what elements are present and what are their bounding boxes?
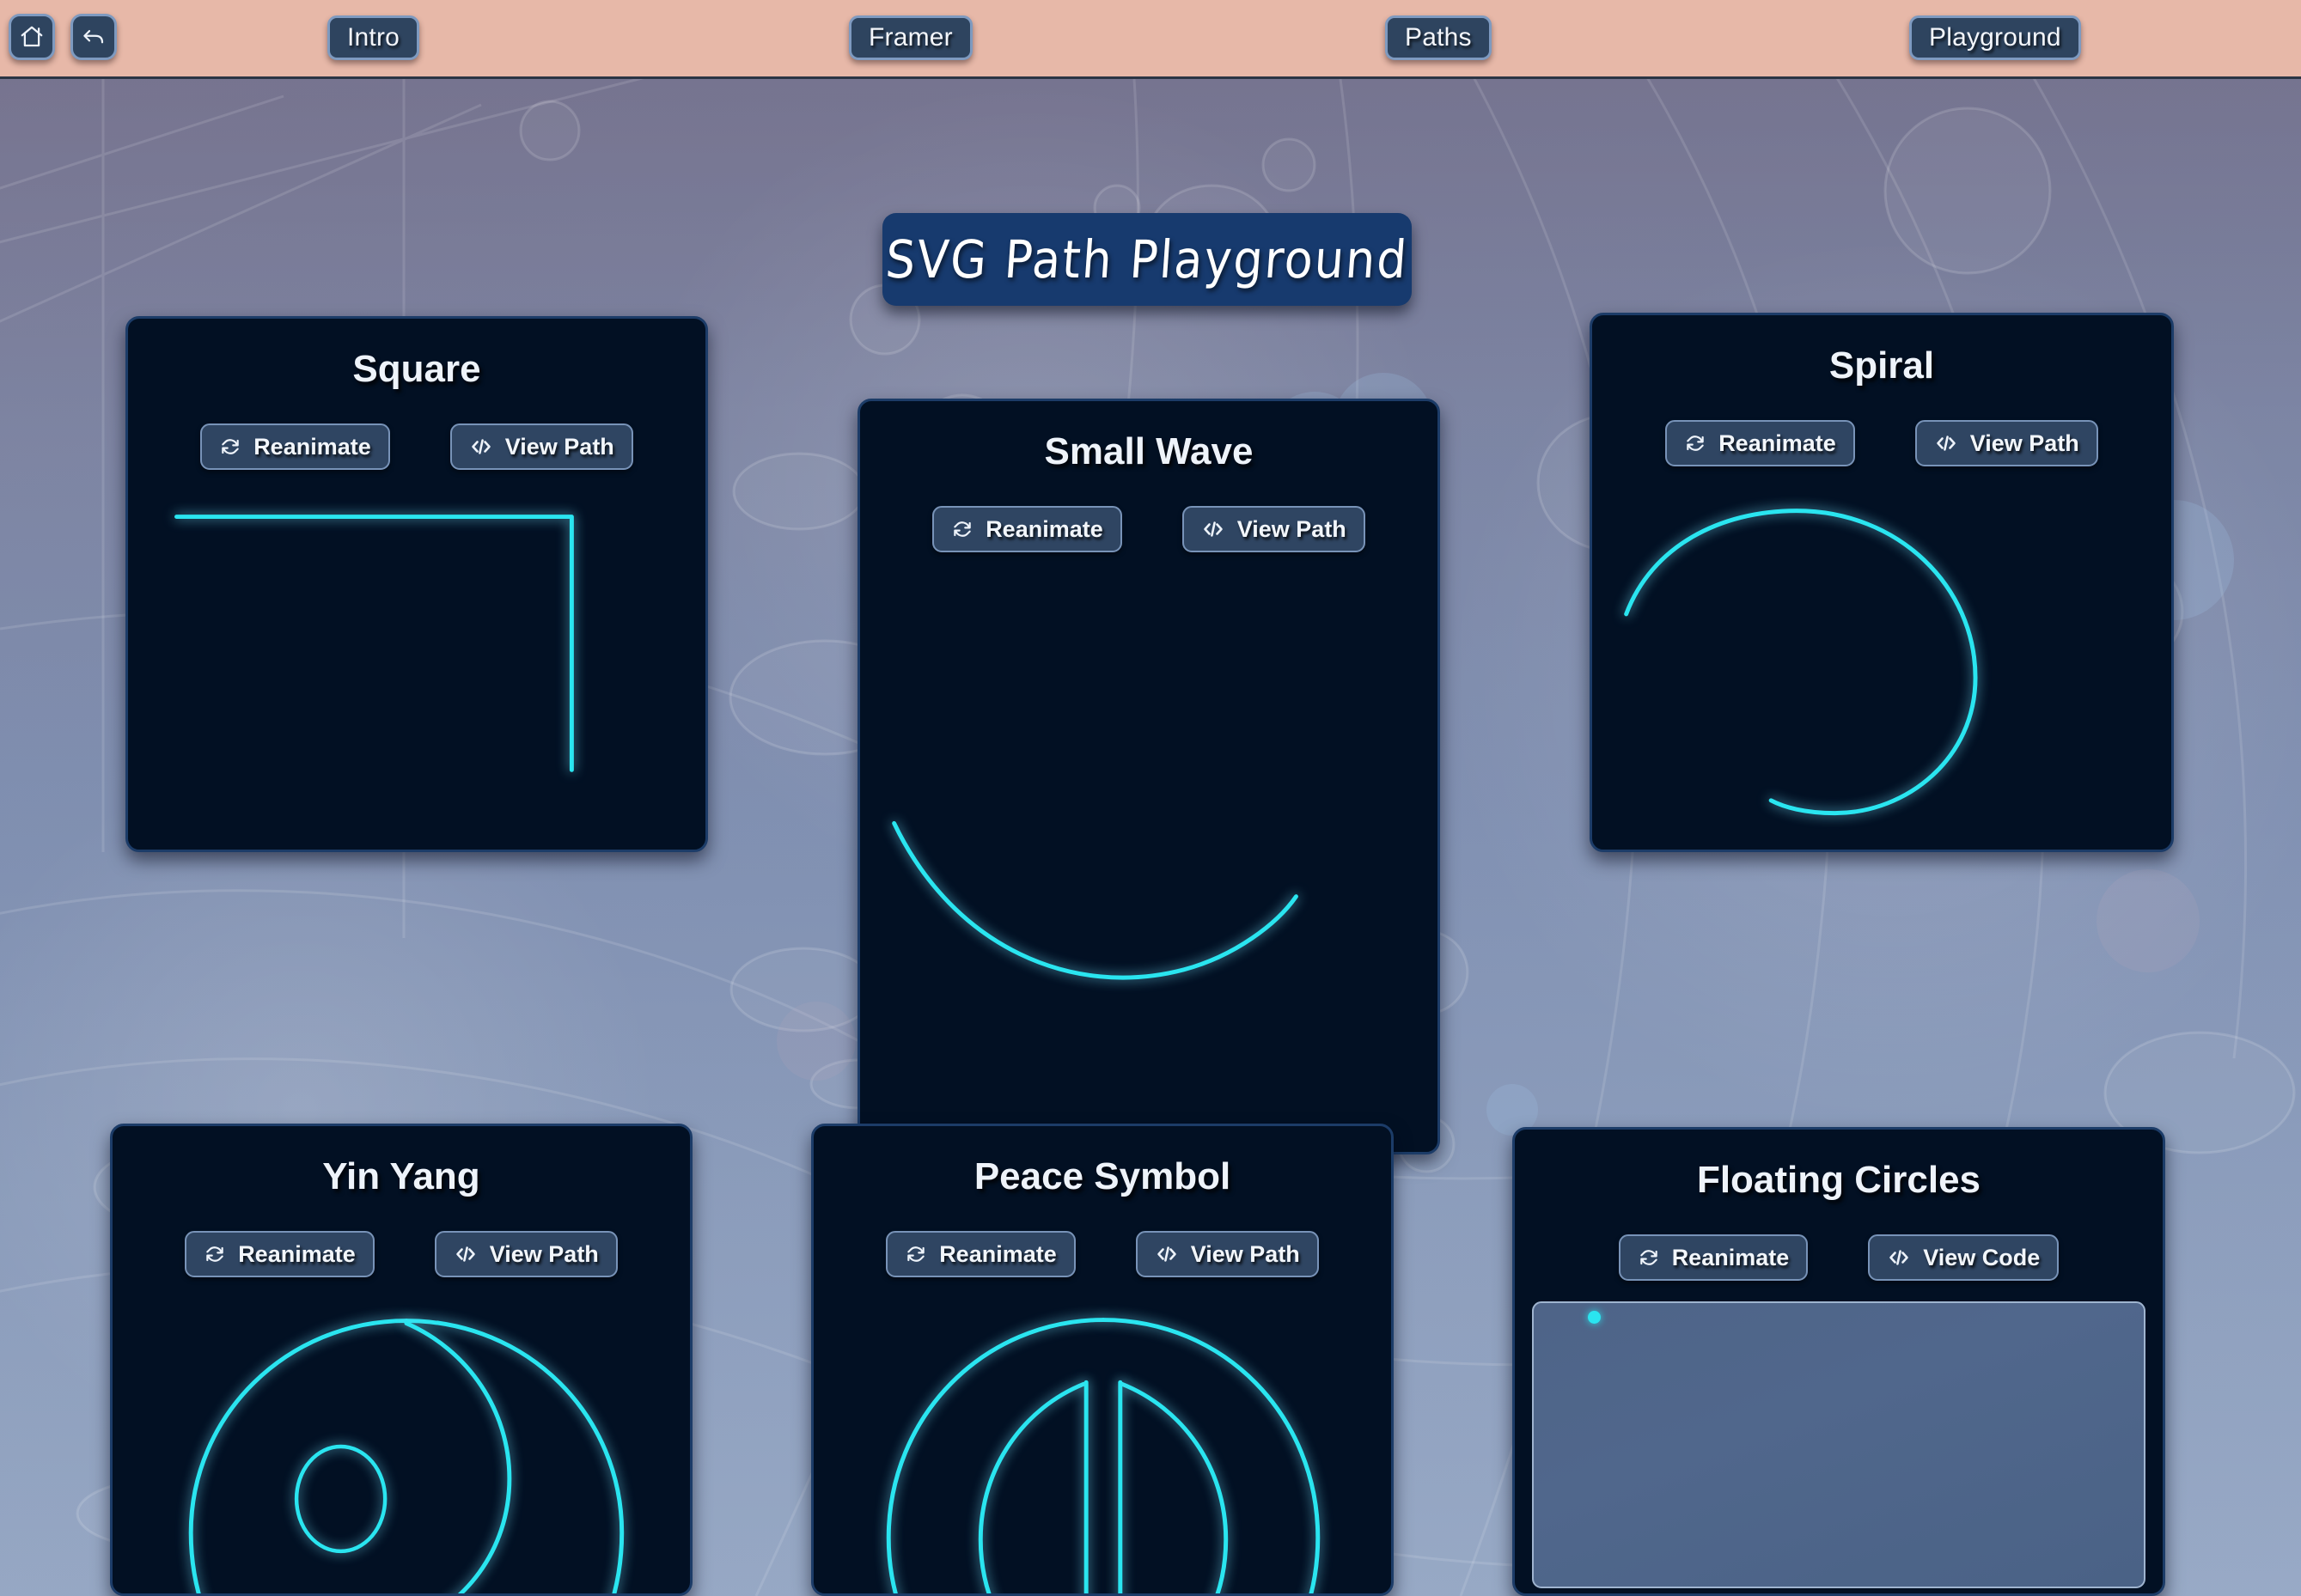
tab-paths-label: Paths [1405, 23, 1472, 52]
code-brackets-icon [454, 1244, 478, 1264]
small-wave-view-path-label: View Path [1236, 515, 1346, 542]
yin-yang-canvas [113, 1298, 690, 1593]
card-yin-yang-title: Yin Yang [322, 1155, 480, 1197]
card-floating-circles-title: Floating Circles [1696, 1159, 1981, 1201]
peace-symbol-reanimate-button[interactable]: Reanimate [886, 1231, 1076, 1277]
small-wave-reanimate-button[interactable]: Reanimate [932, 506, 1122, 552]
code-brackets-icon [469, 436, 493, 457]
card-peace-symbol-buttons: Reanimate View Path [814, 1231, 1391, 1277]
peace-symbol-canvas [814, 1298, 1391, 1593]
home-icon [19, 24, 45, 50]
spiral-view-path-label: View Path [1969, 429, 2079, 456]
card-yin-yang[interactable]: Yin Yang Reanimate View Path [110, 1124, 693, 1596]
yin-yang-reanimate-label: Reanimate [238, 1240, 356, 1267]
square-reanimate-label: Reanimate [253, 433, 371, 460]
floating-circle-dot [1588, 1311, 1601, 1324]
card-peace-symbol-title: Peace Symbol [974, 1155, 1231, 1197]
tab-playground-label: Playground [1929, 23, 2061, 52]
code-brackets-icon [1887, 1247, 1911, 1268]
peace-symbol-view-path-label: View Path [1190, 1240, 1300, 1267]
page-title: SVG Path Playground [883, 228, 1411, 290]
floating-circles-view-code-button[interactable]: View Code [1868, 1234, 2060, 1281]
small-wave-canvas [860, 573, 1437, 1152]
card-square[interactable]: Square Reanimate View Path [125, 316, 708, 852]
spiral-reanimate-button[interactable]: Reanimate [1665, 420, 1855, 466]
card-small-wave[interactable]: Small Wave Reanimate View Path [858, 399, 1440, 1154]
card-small-wave-title: Small Wave [1044, 430, 1254, 472]
refresh-icon [905, 1243, 927, 1265]
square-view-path-button[interactable]: View Path [449, 423, 633, 470]
small-wave-view-path-button[interactable]: View Path [1181, 506, 1365, 552]
card-floating-circles-buttons: Reanimate View Code [1515, 1234, 2163, 1281]
yin-yang-reanimate-button[interactable]: Reanimate [185, 1231, 375, 1277]
card-spiral[interactable]: Spiral Reanimate View Path [1590, 313, 2174, 852]
back-arrow-icon [81, 24, 107, 50]
card-square-buttons: Reanimate View Path [128, 423, 705, 470]
tab-intro-label: Intro [347, 23, 400, 52]
peace-symbol-reanimate-label: Reanimate [939, 1240, 1057, 1267]
floating-circles-view-code-label: View Code [1923, 1244, 2041, 1270]
card-floating-circles[interactable]: Floating Circles Reanimate View Code [1512, 1127, 2165, 1596]
refresh-icon [1684, 432, 1706, 454]
refresh-icon [204, 1243, 226, 1265]
refresh-icon [1638, 1246, 1660, 1269]
back-button[interactable] [70, 14, 117, 60]
square-view-path-label: View Path [504, 433, 614, 460]
tab-intro[interactable]: Intro [327, 15, 420, 60]
top-toolbar: Intro Framer Paths Playground [0, 0, 2301, 79]
tab-framer[interactable]: Framer [849, 15, 973, 60]
floating-circles-reanimate-button[interactable]: Reanimate [1618, 1234, 1809, 1281]
small-wave-reanimate-label: Reanimate [986, 515, 1103, 542]
peace-symbol-view-path-button[interactable]: View Path [1135, 1231, 1319, 1277]
card-peace-symbol[interactable]: Peace Symbol Reanimate View Path [811, 1124, 1394, 1596]
spiral-canvas [1592, 487, 2171, 850]
page-title-banner: SVG Path Playground [882, 213, 1412, 306]
tab-paths[interactable]: Paths [1385, 15, 1492, 60]
home-button[interactable] [9, 14, 55, 60]
yin-yang-view-path-label: View Path [489, 1240, 599, 1267]
card-yin-yang-buttons: Reanimate View Path [113, 1231, 690, 1277]
refresh-icon [219, 436, 241, 458]
spiral-reanimate-label: Reanimate [1718, 429, 1836, 456]
yin-yang-view-path-button[interactable]: View Path [434, 1231, 618, 1277]
spiral-view-path-button[interactable]: View Path [1914, 420, 2098, 466]
tab-playground[interactable]: Playground [1909, 15, 2081, 60]
floating-circles-panel [1532, 1301, 2145, 1588]
card-square-title: Square [352, 348, 481, 390]
card-spiral-title: Spiral [1828, 344, 1935, 387]
square-reanimate-button[interactable]: Reanimate [200, 423, 390, 470]
code-brackets-icon [1934, 433, 1958, 454]
square-canvas [128, 490, 705, 850]
card-small-wave-buttons: Reanimate View Path [860, 506, 1437, 552]
code-brackets-icon [1201, 519, 1225, 539]
page-background: SVG Path Playground Square Reanimate Vie… [0, 79, 2301, 1596]
code-brackets-icon [1155, 1244, 1179, 1264]
refresh-icon [951, 518, 974, 540]
card-spiral-buttons: Reanimate View Path [1592, 420, 2171, 466]
tab-framer-label: Framer [869, 23, 953, 52]
floating-circles-reanimate-label: Reanimate [1671, 1244, 1790, 1270]
